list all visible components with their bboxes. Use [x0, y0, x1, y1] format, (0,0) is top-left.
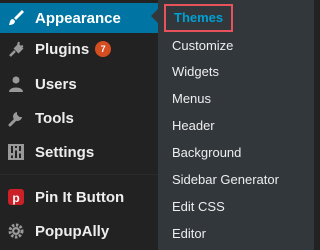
menu-item-label: Settings: [35, 143, 95, 161]
submenu-item-sidebar-generator[interactable]: Sidebar Generator: [172, 169, 279, 191]
gear-icon: [6, 221, 26, 241]
submenu-item-themes[interactable]: Themes: [164, 4, 234, 32]
menu-item-appearance[interactable]: Appearance: [0, 3, 158, 33]
submenu-item-editor[interactable]: Editor: [172, 223, 206, 245]
appearance-submenu: Themes Customize Widgets Menus Header Ba…: [158, 0, 314, 250]
menu-item-tools[interactable]: Tools: [0, 103, 158, 133]
submenu-item-header[interactable]: Header: [172, 115, 215, 137]
svg-text:p: p: [12, 191, 19, 205]
submenu-item-background[interactable]: Background: [172, 142, 241, 164]
menu-item-label: Users: [35, 75, 77, 93]
plugins-update-count-badge: 7: [95, 41, 112, 57]
active-menu-pointer: [151, 9, 158, 23]
sliders-icon: [6, 142, 26, 162]
menu-item-label: Pin It Button: [35, 188, 125, 206]
menu-item-pin-it-button[interactable]: p Pin It Button: [0, 182, 158, 212]
submenu-item-customize[interactable]: Customize: [172, 35, 233, 57]
submenu-item-edit-css[interactable]: Edit CSS: [172, 196, 225, 218]
menu-separator: [0, 174, 158, 175]
paintbrush-icon: [6, 8, 26, 28]
user-icon: [6, 74, 26, 94]
menu-item-plugins[interactable]: Plugins 7: [0, 34, 158, 64]
pinterest-icon: p: [6, 187, 26, 207]
menu-item-label: PopupAlly: [35, 222, 110, 240]
plugin-icon: [6, 39, 26, 59]
admin-sidebar: Appearance Plugins 7 Users Tools Setting…: [0, 0, 158, 250]
submenu-item-widgets[interactable]: Widgets: [172, 61, 219, 83]
wrench-icon: [6, 108, 26, 128]
menu-item-label: Appearance: [35, 9, 121, 27]
menu-item-popupally[interactable]: PopupAlly: [0, 216, 158, 246]
menu-item-label: Plugins: [35, 40, 90, 58]
menu-item-label: Tools: [35, 109, 74, 127]
menu-item-settings[interactable]: Settings: [0, 137, 158, 167]
submenu-item-menus[interactable]: Menus: [172, 88, 211, 110]
menu-item-users[interactable]: Users: [0, 69, 158, 99]
